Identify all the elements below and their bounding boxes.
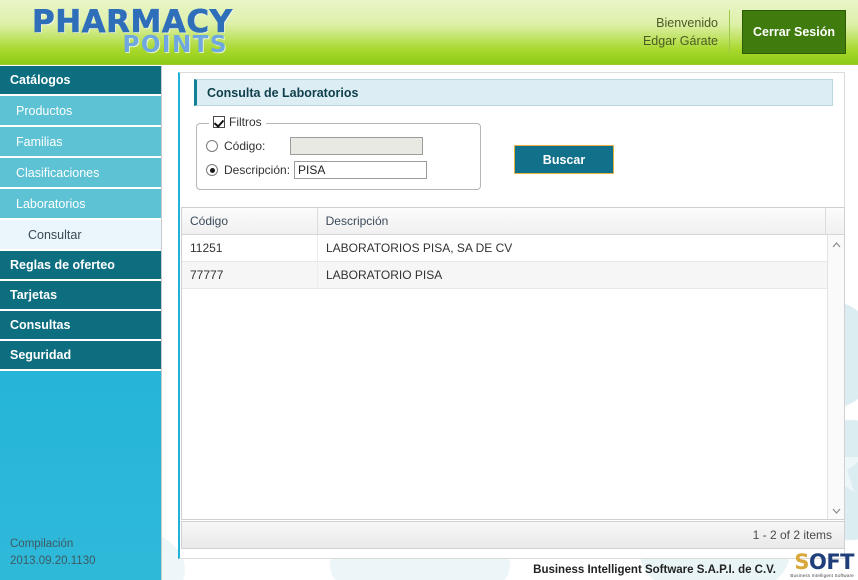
welcome-greeting: Bienvenido: [656, 16, 718, 30]
soft-logo-s: S: [794, 550, 809, 574]
pager-text: 1 - 2 of 2 items: [752, 528, 832, 542]
app-header: PHARMACY POINTS Bienvenido Edgar Gárate …: [0, 0, 858, 65]
page-title-text: Consulta de Laboratorios: [207, 85, 359, 100]
sidebar-label-tarjetas: Tarjetas: [10, 288, 58, 302]
codigo-input[interactable]: [290, 137, 424, 155]
filter-row-descripcion: Descripción:: [206, 160, 428, 180]
main-content-area: Consulta de Laboratorios Filtros Código:…: [163, 66, 858, 580]
sidebar-item-laboratorios[interactable]: Laboratorios: [0, 189, 161, 220]
sidebar-label-consultas: Consultas: [10, 318, 71, 332]
chevron-up-icon[interactable]: [828, 237, 844, 253]
app-footer: Business Intelligent Software S.A.P.I. d…: [0, 552, 858, 580]
table-row[interactable]: 11251 LABORATORIOS PISA, SA DE CV: [182, 235, 844, 262]
header-divider: [729, 10, 730, 54]
radio-codigo[interactable]: [206, 140, 218, 152]
soft-logo-rest: OFT: [808, 550, 855, 574]
content-card: Consulta de Laboratorios Filtros Código:…: [178, 72, 845, 559]
logout-button-label: Cerrar Sesión: [753, 25, 835, 39]
label-codigo: Código:: [224, 139, 266, 153]
grid-pager: 1 - 2 of 2 items: [181, 521, 845, 549]
sidebar-item-consultar[interactable]: Consultar: [0, 220, 161, 251]
chevron-down-icon[interactable]: [828, 503, 844, 519]
pharmacy-points-logo: PHARMACY POINTS: [32, 6, 233, 59]
cell-codigo: 11251: [182, 235, 318, 261]
column-header-descripcion[interactable]: Descripción: [318, 208, 827, 234]
logout-button[interactable]: Cerrar Sesión: [742, 10, 846, 54]
radio-descripcion[interactable]: [206, 164, 218, 176]
column-header-descripcion-label: Descripción: [325, 214, 389, 228]
filters-legend: Filtros: [209, 115, 266, 129]
results-grid: Código Descripción 11251 LABORATORIOS PI…: [181, 207, 845, 520]
sidebar-label-laboratorios: Laboratorios: [16, 196, 86, 211]
sidebar-item-consultas[interactable]: Consultas: [0, 311, 161, 341]
grid-vertical-scrollbar[interactable]: [827, 235, 844, 519]
cell-descripcion: LABORATORIO PISA: [326, 268, 443, 282]
sidebar-label-reglas-de-oferteo: Reglas de oferteo: [10, 258, 115, 272]
filters-panel: Filtros Código: Descripción:: [196, 115, 481, 190]
column-header-codigo[interactable]: Código: [182, 208, 318, 234]
label-descripcion: Descripción:: [224, 163, 291, 177]
sidebar-item-seguridad[interactable]: Seguridad: [0, 341, 161, 371]
column-header-codigo-label: Código: [190, 214, 229, 228]
welcome-username: Edgar Gárate: [642, 34, 718, 49]
sidebar-navigation: Catálogos Productos Familias Clasificaci…: [0, 66, 162, 580]
search-button[interactable]: Buscar: [514, 145, 614, 174]
sidebar-label-catalogos: Catálogos: [10, 73, 71, 87]
sidebar-label-seguridad: Seguridad: [10, 348, 72, 362]
sidebar-item-catalogos[interactable]: Catálogos: [0, 66, 161, 96]
sidebar-item-familias[interactable]: Familias: [0, 127, 161, 158]
filters-legend-label: Filtros: [229, 115, 262, 129]
sidebar-item-reglas-de-oferteo[interactable]: Reglas de oferteo: [0, 251, 161, 281]
descripcion-input[interactable]: [294, 161, 428, 179]
compilation-label: Compilación: [10, 537, 74, 550]
welcome-block: Bienvenido Edgar Gárate: [598, 14, 718, 50]
soft-logo-tagline: Business Intelligent Software: [790, 573, 854, 578]
soft-logo-wordmark: SOFT: [780, 552, 854, 573]
sidebar-label-consultar: Consultar: [28, 227, 82, 242]
filters-checkbox[interactable]: [213, 116, 225, 128]
soft-logo: SOFT Business Intelligent Software: [780, 552, 854, 578]
sidebar-label-familias: Familias: [16, 134, 63, 149]
cell-descripcion: LABORATORIOS PISA, SA DE CV: [326, 241, 513, 255]
sidebar-item-tarjetas[interactable]: Tarjetas: [0, 281, 161, 311]
filter-row-codigo: Código:: [206, 136, 424, 156]
sidebar-item-clasificaciones[interactable]: Clasificaciones: [0, 158, 161, 189]
page-title: Consulta de Laboratorios: [194, 79, 833, 106]
sidebar-label-clasificaciones: Clasificaciones: [16, 165, 100, 180]
sidebar-label-productos: Productos: [16, 103, 73, 118]
table-row[interactable]: 77777 LABORATORIO PISA: [182, 262, 844, 289]
sidebar-item-productos[interactable]: Productos: [0, 96, 161, 127]
footer-company-text: Business Intelligent Software S.A.P.I. d…: [533, 564, 776, 576]
grid-header-row: Código Descripción: [182, 208, 844, 235]
cell-codigo: 77777: [182, 262, 318, 288]
application-window: PHARMACY POINTS Bienvenido Edgar Gárate …: [0, 0, 858, 580]
search-button-label: Buscar: [542, 152, 586, 167]
column-header-spacer: [826, 208, 844, 234]
